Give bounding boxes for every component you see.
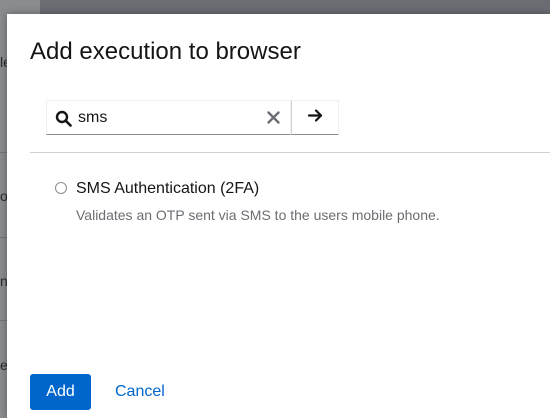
add-execution-modal: Add execution to browser sms SMS Authent… bbox=[7, 14, 550, 418]
search-divider bbox=[30, 152, 550, 153]
search-field bbox=[46, 100, 291, 135]
arrow-right-icon bbox=[307, 107, 324, 129]
cancel-button[interactable]: Cancel bbox=[103, 374, 177, 410]
search-group bbox=[46, 100, 339, 135]
result-description: Validates an OTP sent via SMS to the use… bbox=[76, 207, 440, 223]
search-input[interactable] bbox=[78, 107, 248, 129]
modal-title: Add execution to browser bbox=[30, 38, 301, 65]
result-title: SMS Authentication (2FA) bbox=[76, 180, 260, 197]
close-icon[interactable] bbox=[265, 109, 282, 126]
add-button[interactable]: Add bbox=[30, 374, 91, 410]
search-submit-button[interactable] bbox=[291, 100, 339, 135]
search-icon bbox=[55, 110, 72, 127]
result-radio[interactable] bbox=[55, 182, 67, 194]
